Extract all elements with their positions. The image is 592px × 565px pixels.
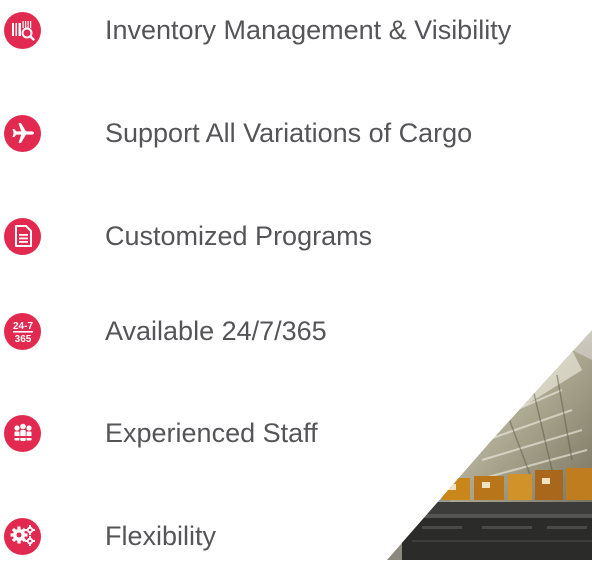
icon-text-top: 24-7 — [12, 321, 32, 332]
feature-label-inventory: Inventory Management & Visibility — [105, 14, 512, 45]
document-icon — [4, 217, 41, 255]
airplane-icon — [4, 114, 41, 152]
feature-list: Inventory Management & Visibility Suppor… — [0, 0, 592, 560]
feature-inventory: Inventory Management & Visibility — [4, 10, 511, 50]
staff-group-icon — [4, 414, 41, 452]
barcode-search-icon — [4, 11, 41, 49]
feature-label-cargo: Support All Variations of Cargo — [105, 117, 473, 148]
feature-label-staff: Experienced Staff — [105, 417, 318, 448]
calendar-24-7-365-icon: 24-7 365 — [4, 312, 41, 350]
feature-programs: Customized Programs — [4, 216, 372, 256]
feature-availability: 24-7 365 Available 24/7/365 — [4, 311, 327, 351]
feature-label-availability: Available 24/7/365 — [105, 315, 327, 346]
icon-text-bottom: 365 — [14, 334, 31, 345]
gears-icon — [4, 517, 41, 555]
feature-label-flexibility: Flexibility — [105, 520, 217, 551]
feature-flexibility: Flexibility — [4, 516, 216, 556]
feature-label-programs: Customized Programs — [105, 220, 373, 251]
feature-cargo: Support All Variations of Cargo — [4, 113, 472, 153]
feature-staff: Experienced Staff — [4, 413, 318, 453]
